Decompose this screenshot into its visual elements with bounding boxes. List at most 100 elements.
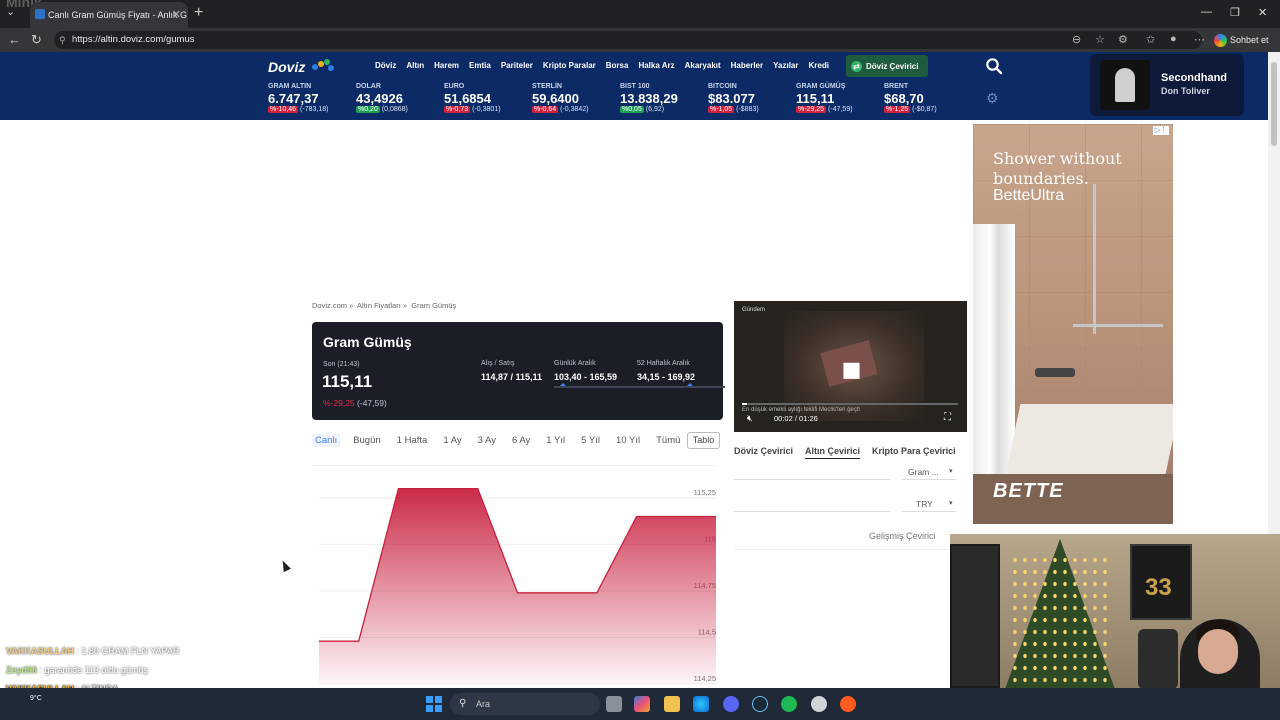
ticker-item[interactable]: BIST 100 13.838,29 %0,05 (6,92): [620, 83, 678, 113]
favorites-icon[interactable]: ✩: [1146, 33, 1155, 46]
ticker-item[interactable]: BITCOIN $83.077 %-1,05 (-$883): [708, 83, 759, 113]
mouse-cursor-icon: [279, 558, 291, 573]
tab-search-icon[interactable]: ⌄: [6, 5, 15, 18]
page-title: Gram Gümüş: [323, 334, 412, 350]
file-explorer-icon[interactable]: [664, 696, 680, 712]
range-tab[interactable]: Bugün: [350, 434, 383, 447]
profile-avatar[interactable]: ●: [1170, 33, 1177, 45]
adchoices-icon[interactable]: ▷⋮: [1153, 126, 1169, 135]
chat-username: Zeyd96: [6, 665, 38, 675]
tab-doviz-cevirici[interactable]: Döviz Çevirici: [734, 446, 793, 459]
mute-icon[interactable]: 🔇︎: [747, 413, 753, 424]
nav-item[interactable]: Haberler: [731, 61, 763, 70]
range-tab[interactable]: 3 Ay: [475, 434, 499, 447]
chart-area: [319, 488, 716, 684]
close-window-icon[interactable]: ✕: [1258, 6, 1267, 19]
range-tab[interactable]: 1 Hafta: [394, 434, 431, 447]
minimize-icon[interactable]: —: [1201, 6, 1212, 18]
url-field[interactable]: ⚲ https://altin.doviz.com/gumus: [54, 31, 1202, 49]
range-tab[interactable]: Canlı: [312, 434, 341, 447]
task-view-icon[interactable]: [606, 696, 622, 712]
steam-icon[interactable]: [752, 696, 768, 712]
y-tick-label: 115,25: [694, 488, 716, 497]
chat-message: VAKKASULLAH : 1.80 GRAM FLN YAPAR: [6, 646, 179, 656]
nav-item[interactable]: Yazılar: [773, 61, 798, 70]
weekly52-range-column: 52 Haftalık Aralık 34,15 - 169,92: [637, 360, 725, 388]
doviz-cevirici-button[interactable]: ⇄ Döviz Çevirici: [846, 55, 928, 77]
amount-input[interactable]: [734, 479, 890, 480]
pause-icon[interactable]: ▮▮: [842, 357, 861, 382]
chevron-down-icon[interactable]: ▾: [949, 499, 953, 507]
ticker-item[interactable]: BRENT $68,70 %-1,25 (-$0,87): [884, 83, 937, 113]
scrollbar-thumb[interactable]: [1271, 62, 1277, 146]
nav-item[interactable]: Altın: [406, 61, 424, 70]
breadcrumb-item[interactable]: Doviz.com »: [312, 301, 353, 310]
nav-item[interactable]: Halka Arz: [638, 61, 674, 70]
new-tab-button[interactable]: +: [194, 4, 203, 22]
ticker-value: 51,6854: [444, 91, 491, 106]
unit-select[interactable]: Gram ...: [908, 467, 939, 477]
nav-item[interactable]: Harem: [434, 61, 459, 70]
reader-icon[interactable]: ⊖: [1072, 33, 1081, 46]
range-tab[interactable]: 1 Ay: [440, 434, 464, 447]
app-icon[interactable]: [811, 696, 827, 712]
origin-icon[interactable]: [840, 696, 856, 712]
extensions-icon[interactable]: ⚙: [1118, 33, 1128, 46]
range-tab[interactable]: 10 Yıl: [613, 434, 643, 447]
nav-item[interactable]: Pariteler: [501, 61, 533, 70]
site-logo[interactable]: Doviz: [268, 59, 305, 75]
windows-taskbar: ⚲ Ara: [0, 688, 1280, 720]
reload-icon[interactable]: ↻: [31, 32, 42, 48]
ticker-item[interactable]: EURO 51,6854 %-0,73 (-0,3801): [444, 83, 501, 113]
weekly52-range-bar: [637, 383, 725, 388]
main-nav: Döviz Altın Harem Emtia Pariteler Kripto…: [375, 61, 839, 70]
ticker-item[interactable]: STERLİN 59,6400 %-0,64 (-0,3842): [532, 83, 589, 113]
start-menu-icon[interactable]: [426, 696, 442, 712]
price-change-pct: %-29,25: [323, 398, 355, 408]
chat-text: : garantide 113 oldu gümüş: [39, 665, 148, 675]
advanced-converter-link[interactable]: Gelişmiş Çevirici: [869, 531, 936, 541]
sidebar-ad[interactable]: Shower without boundaries. BetteUltra BE…: [973, 124, 1173, 524]
ticker-item[interactable]: GRAM GÜMÜŞ 115,11 %-29,25 (-47,59): [796, 83, 853, 113]
copilot-taskbar-icon[interactable]: [634, 696, 650, 712]
range-tab[interactable]: 6 Ay: [509, 434, 533, 447]
ticker-item[interactable]: DOLAR 43,4926 %0,20 (0,0868): [356, 83, 408, 113]
discord-icon[interactable]: [723, 696, 739, 712]
edge-browser-icon[interactable]: [693, 696, 709, 712]
news-video-player[interactable]: Gündem ▮▮ En düşük emekli aylığı teklifi…: [734, 301, 967, 432]
copilot-chat-button[interactable]: Sohbet et: [1214, 31, 1276, 49]
search-icon[interactable]: [985, 57, 1003, 75]
tab-kripto-cevirici[interactable]: Kripto Para Çevirici: [872, 446, 956, 459]
currency-select[interactable]: TRY: [916, 499, 933, 509]
breadcrumb-item[interactable]: Altın Fiyatları »: [357, 301, 407, 310]
bookmark-star-icon[interactable]: ☆: [1095, 33, 1105, 46]
nav-item[interactable]: Borsa: [606, 61, 629, 70]
tab-altin-cevirici[interactable]: Altın Çevirici: [805, 446, 861, 459]
site-info-icon[interactable]: ⚲: [59, 31, 66, 49]
settings-gear-icon[interactable]: ⚙: [986, 90, 999, 107]
price-chart[interactable]: 115,25115114,75114,5114,25: [312, 466, 722, 688]
range-tab[interactable]: Tümü: [653, 434, 683, 447]
spotify-icon[interactable]: [781, 696, 797, 712]
result-input[interactable]: [734, 511, 890, 512]
ticker-label: DOLAR: [356, 83, 381, 90]
fullscreen-icon[interactable]: ⛶: [944, 412, 951, 423]
video-progress-bar[interactable]: [742, 403, 958, 405]
table-view-button[interactable]: Tablo: [687, 432, 720, 449]
more-menu-icon[interactable]: ⋯: [1194, 33, 1205, 46]
nav-item[interactable]: Döviz: [375, 61, 396, 70]
nav-item[interactable]: Emtia: [469, 61, 491, 70]
range-tab[interactable]: 5 Yıl: [578, 434, 603, 447]
maximize-icon[interactable]: ❐: [1230, 6, 1240, 19]
nav-item[interactable]: Akaryakıt: [685, 61, 721, 70]
browser-tab-active[interactable]: Canlı Gram Gümüş Fiyatı - Anlık G ✕: [30, 2, 188, 28]
back-icon[interactable]: ←: [8, 32, 21, 47]
close-tab-icon[interactable]: ✕: [172, 8, 181, 21]
taskbar-search[interactable]: ⚲ Ara: [450, 693, 600, 715]
range-tab[interactable]: 1 Yıl: [543, 434, 568, 447]
nav-item[interactable]: Kredi: [808, 61, 828, 70]
chevron-down-icon[interactable]: ▾: [949, 467, 953, 475]
nav-item[interactable]: Kripto Paralar: [543, 61, 596, 70]
ticker-item[interactable]: GRAM ALTIN 6.747,37 %-10,46 (-783,18): [268, 83, 328, 113]
address-bar-row: ← ↻ ⚲ https://altin.doviz.com/gumus ⊖ ☆ …: [0, 28, 1280, 52]
